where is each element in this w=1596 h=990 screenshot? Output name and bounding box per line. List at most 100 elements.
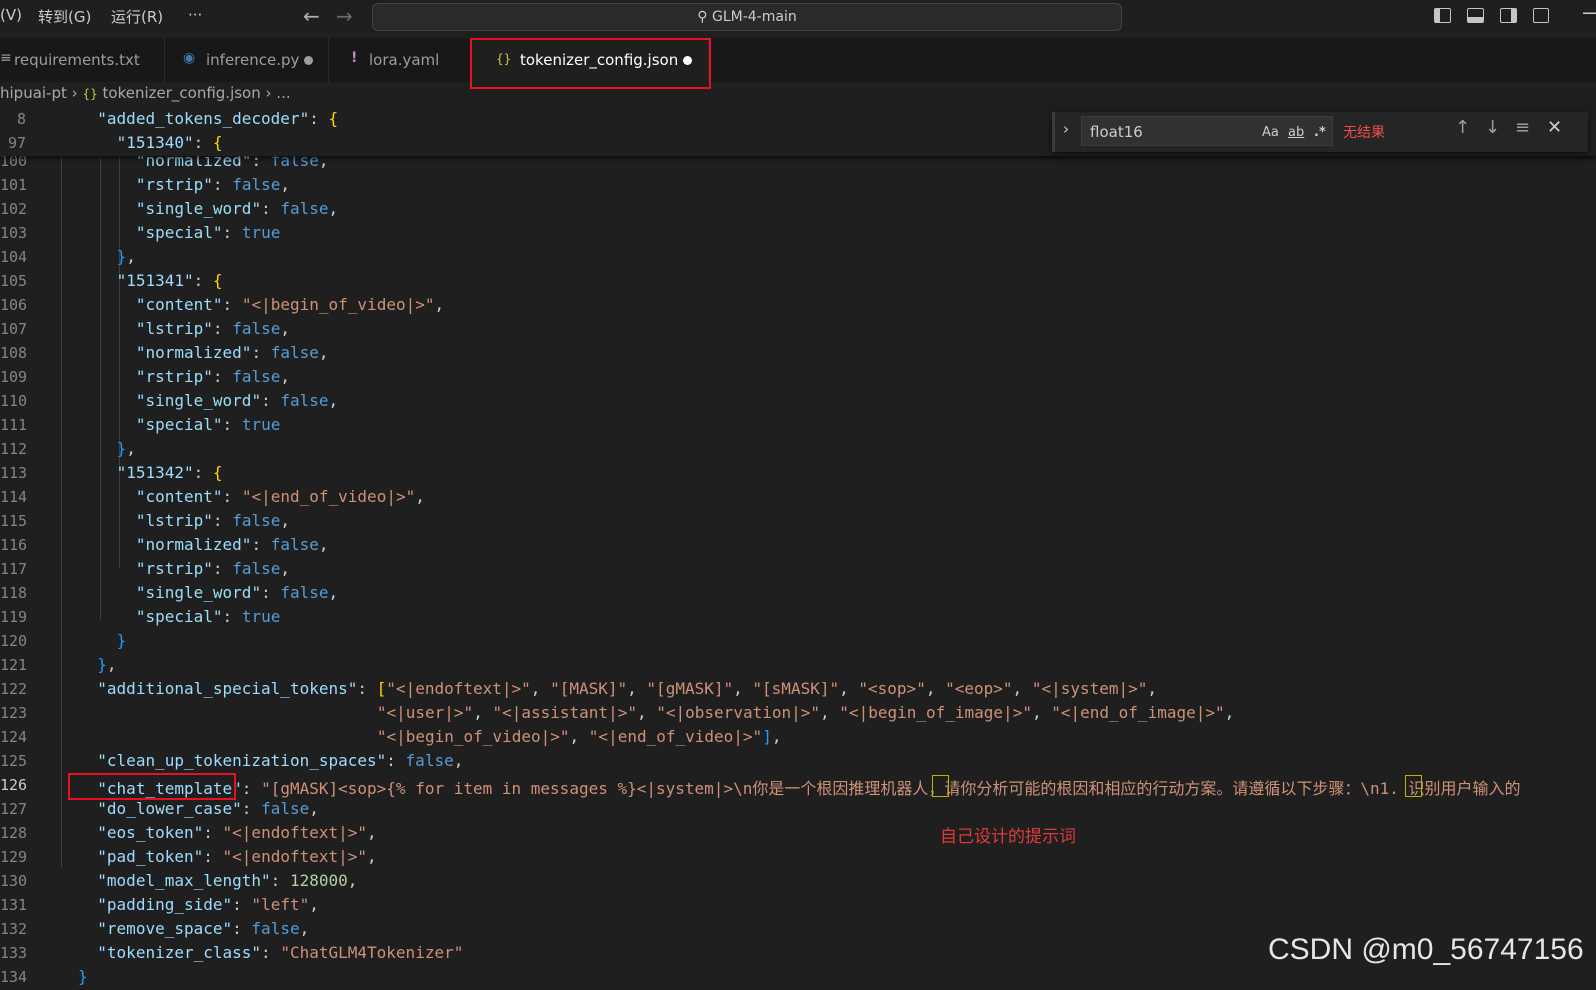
code-text[interactable]: "rstrip": false, [78,367,290,386]
code-line[interactable]: 125 "clean_up_tokenization_spaces": fals… [0,750,1596,774]
line-number[interactable]: 123 [0,704,27,722]
code-line[interactable]: 115 "lstrip": false, [0,510,1596,534]
line-number[interactable]: 122 [0,680,27,698]
code-line[interactable]: 103 "special": true [0,222,1596,246]
line-number[interactable]: 124 [0,728,27,746]
code-line[interactable]: 116 "normalized": false, [0,534,1596,558]
code-line[interactable]: 117 "rstrip": false, [0,558,1596,582]
code-line[interactable]: 130 "model_max_length": 128000, [0,870,1596,894]
line-number[interactable]: 113 [0,464,27,482]
code-text[interactable]: "lstrip": false, [78,511,290,530]
line-number[interactable]: 107 [0,320,27,338]
code-line[interactable]: 119 "special": true [0,606,1596,630]
line-number[interactable]: 101 [0,176,27,194]
code-line[interactable]: 109 "rstrip": false, [0,366,1596,390]
code-text[interactable]: "single_word": false, [78,583,338,602]
line-number[interactable]: 115 [0,512,27,530]
tab-lora[interactable]: ! lora.yaml [329,38,472,82]
toggle-secondary-sidebar-icon[interactable] [1500,8,1517,23]
code-text[interactable]: "151341": { [78,271,223,290]
menu-run[interactable]: 运行(R) [111,6,163,27]
find-input[interactable]: float16 Aa ab .* [1081,116,1333,146]
line-number[interactable]: 120 [0,632,27,650]
line-number[interactable]: 112 [0,440,27,458]
line-number[interactable]: 132 [0,920,27,938]
line-number[interactable]: 111 [0,416,27,434]
breadcrumb-more[interactable]: ... [276,84,290,102]
match-case-toggle[interactable]: Aa [1262,125,1279,140]
code-text[interactable]: "added_tokens_decoder": { [78,109,338,128]
code-line[interactable]: 126 "chat_template": "[gMASK]<sop>{% for… [0,774,1596,798]
code-line[interactable]: 118 "single_word": false, [0,582,1596,606]
line-number[interactable]: 131 [0,896,27,914]
line-number[interactable]: 105 [0,272,27,290]
menu-goto[interactable]: 转到(G) [38,6,91,27]
line-number[interactable]: 106 [0,296,27,314]
code-text[interactable]: "151340": { [78,133,223,152]
tab-inference[interactable]: ◉ inference.py [165,38,329,82]
code-line[interactable]: 107 "lstrip": false, [0,318,1596,342]
code-text[interactable]: "content": "<|begin_of_video|>", [78,295,444,314]
code-text[interactable]: "special": true [78,223,281,242]
code-line[interactable]: 134} [0,966,1596,990]
code-text[interactable]: "<|begin_of_video|>", "<|end_of_video|>"… [78,727,782,746]
code-text[interactable]: "pad_token": "<|endoftext|>", [78,847,376,866]
code-line[interactable]: 128 "eos_token": "<|endoftext|>", [0,822,1596,846]
code-text[interactable]: } [78,631,127,650]
modified-dot-icon[interactable] [304,56,313,65]
line-number[interactable]: 129 [0,848,27,866]
toggle-primary-sidebar-icon[interactable] [1434,8,1451,23]
close-icon[interactable]: ✕ [1547,117,1562,138]
code-line[interactable]: 108 "normalized": false, [0,342,1596,366]
code-text[interactable]: "normalized": false, [78,343,329,362]
code-text[interactable]: "chat_template": "[gMASK]<sop>{% for ite… [78,775,1520,799]
line-number[interactable]: 110 [0,392,27,410]
line-number[interactable]: 109 [0,368,27,386]
line-number[interactable]: 125 [0,752,27,770]
menu-view[interactable]: (V) [0,6,22,24]
toggle-replace-chevron-icon[interactable]: › [1063,120,1069,138]
code-text[interactable]: "151342": { [78,463,223,482]
code-editor[interactable]: 100 "normalized": false, 101 "rstrip": fa… [0,108,1596,986]
code-text[interactable]: "<|user|>", "<|assistant|>", "<|observat… [78,703,1234,722]
line-number[interactable]: 133 [0,944,27,962]
code-text[interactable]: "rstrip": false, [78,175,290,194]
code-text[interactable]: } [78,967,88,986]
code-text[interactable]: }, [78,439,136,458]
code-line[interactable]: 129 "pad_token": "<|endoftext|>", [0,846,1596,870]
code-line[interactable]: 121 }, [0,654,1596,678]
line-number[interactable]: 104 [0,248,27,266]
code-text[interactable]: }, [78,655,116,674]
code-line[interactable]: 112 }, [0,438,1596,462]
code-line[interactable]: 104 }, [0,246,1596,270]
line-number[interactable]: 127 [0,800,27,818]
find-in-selection-icon[interactable]: ≡ [1515,117,1530,138]
next-match-arrow-icon[interactable]: ↓ [1485,117,1500,138]
code-text[interactable]: "eos_token": "<|endoftext|>", [78,823,376,842]
code-text[interactable]: "padding_side": "left", [78,895,319,914]
line-number[interactable]: 116 [0,536,27,554]
code-line[interactable]: 102 "single_word": false, [0,198,1596,222]
line-number[interactable]: 103 [0,224,27,242]
code-text[interactable]: }, [78,247,136,266]
code-text[interactable]: "lstrip": false, [78,319,290,338]
code-line[interactable]: 110 "single_word": false, [0,390,1596,414]
code-line[interactable]: 123 "<|user|>", "<|assistant|>", "<|obse… [0,702,1596,726]
toggle-panel-icon[interactable] [1467,8,1484,23]
code-text[interactable]: "normalized": false, [78,535,329,554]
line-number[interactable]: 97 [0,134,26,152]
breadcrumb-folder[interactable]: hipuai-pt [0,84,67,102]
code-text[interactable]: "model_max_length": 128000, [78,871,357,890]
menu-more[interactable]: ··· [188,6,202,24]
code-text[interactable]: "single_word": false, [78,199,338,218]
line-number[interactable]: 126 [0,776,27,794]
code-text[interactable]: "clean_up_tokenization_spaces": false, [78,751,463,770]
code-text[interactable]: "single_word": false, [78,391,338,410]
code-line[interactable]: 101 "rstrip": false, [0,174,1596,198]
code-line[interactable]: 106 "content": "<|begin_of_video|>", [0,294,1596,318]
code-line[interactable]: 111 "special": true [0,414,1596,438]
line-number[interactable]: 134 [0,968,27,986]
code-line[interactable]: 105 "151341": { [0,270,1596,294]
code-line[interactable]: 114 "content": "<|end_of_video|>", [0,486,1596,510]
minimize-icon[interactable]: — [1582,0,1596,24]
